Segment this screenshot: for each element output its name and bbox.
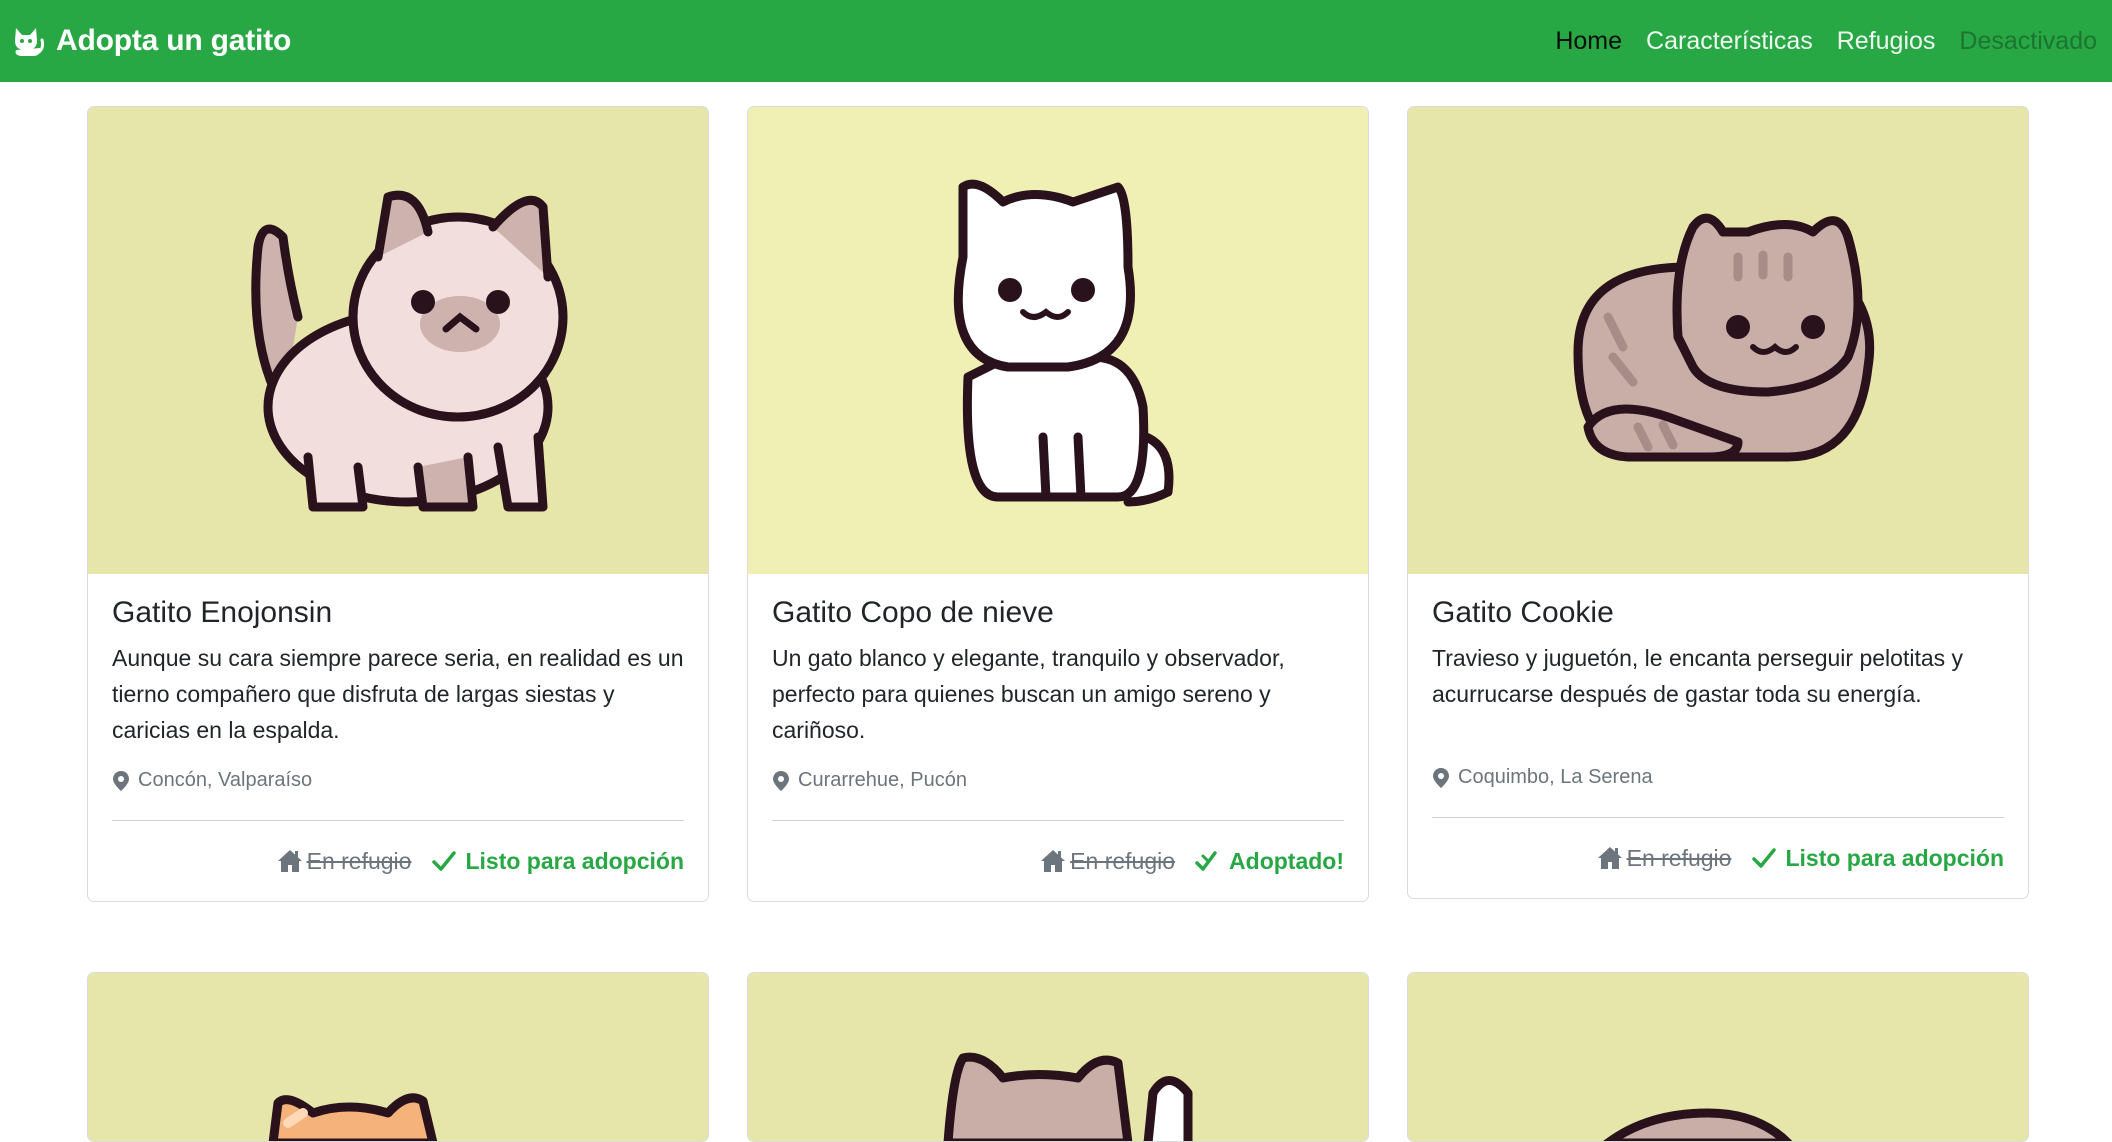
status-adoption: Listo para adopción <box>1751 845 2004 872</box>
house-icon <box>1041 850 1066 872</box>
check-icon <box>1752 848 1777 868</box>
nav-link-desactivado: Desactivado <box>1959 26 2097 55</box>
card-body: Gatito Copo de nieve Un gato blanco y el… <box>748 574 1368 901</box>
cat-image <box>1408 107 2028 574</box>
card-title: Gatito Cookie <box>1432 596 1614 629</box>
card-footer: En refugio Listo para adopción <box>1432 818 2004 898</box>
location-pin-icon <box>113 770 129 791</box>
card-footer: En refugio Listo para adopción <box>112 821 684 901</box>
card-body: Gatito Cookie Travieso y juguetón, le en… <box>1408 574 2028 898</box>
card-location: Curarrehue, Pucón <box>772 769 1344 792</box>
double-check-icon <box>1195 851 1217 871</box>
house-icon <box>277 850 302 872</box>
status-shelter-text: En refugio <box>1626 844 1732 871</box>
card-location: Coquimbo, La Serena <box>1432 766 2004 789</box>
cat-image <box>88 973 708 1141</box>
brand-title: Adopta un gatito <box>56 24 292 57</box>
location-text: Concón, Valparaíso <box>138 769 313 791</box>
card-location: Concón, Valparaíso <box>112 769 684 792</box>
status-adoption: Listo para adopción <box>431 848 684 875</box>
cat-image <box>88 107 708 574</box>
house-icon <box>1597 847 1622 869</box>
cat-card <box>1407 972 2029 1142</box>
card-title: Gatito Copo de nieve <box>772 596 1054 629</box>
status-adopted: Adoptado! <box>1195 848 1344 875</box>
cat-card: Gatito Cookie Travieso y juguetón, le en… <box>1407 106 2029 899</box>
cat-image <box>748 107 1368 574</box>
nav-link-refugios[interactable]: Refugios <box>1837 27 1936 56</box>
card-body: Gatito Enojonsin Aunque su cara siempre … <box>88 574 708 901</box>
nav-links: Home Características Refugios Desactivad… <box>1555 0 2097 82</box>
location-pin-icon <box>773 770 789 791</box>
location-pin-icon <box>1433 767 1449 788</box>
status-adoption-text: Listo para adopción <box>465 847 684 874</box>
navbar: Adopta un gatito Home Características Re… <box>0 0 2112 82</box>
status-adopted-text: Adoptado! <box>1229 847 1344 874</box>
status-shelter: En refugio <box>1597 844 1732 872</box>
status-shelter-text: En refugio <box>1070 847 1176 874</box>
cat-card: Gatito Enojonsin Aunque su cara siempre … <box>87 106 709 902</box>
cat-icon <box>15 28 45 56</box>
card-description: Aunque su cara siempre parece seria, en … <box>112 645 684 743</box>
cat-card <box>747 972 1369 1142</box>
card-description: Travieso y juguetón, le encanta persegui… <box>1432 645 1964 707</box>
cat-card: Gatito Copo de nieve Un gato blanco y el… <box>747 106 1369 902</box>
location-text: Coquimbo, La Serena <box>1458 766 1653 788</box>
cat-card <box>87 972 709 1142</box>
card-footer: En refugio Adoptado! <box>772 821 1344 901</box>
status-shelter-text: En refugio <box>306 847 412 874</box>
status-shelter: En refugio <box>1040 848 1175 875</box>
nav-link-home[interactable]: Home <box>1555 27 1622 56</box>
location-text: Curarrehue, Pucón <box>798 769 967 791</box>
check-icon <box>432 851 457 871</box>
cat-image <box>748 973 1368 1141</box>
status-shelter: En refugio <box>277 847 412 875</box>
brand-link[interactable]: Adopta un gatito <box>11 0 291 82</box>
status-adoption-text: Listo para adopción <box>1785 844 2004 871</box>
cat-image <box>1408 973 2028 1141</box>
card-description: Un gato blanco y elegante, tranquilo y o… <box>772 645 1285 743</box>
card-title: Gatito Enojonsin <box>112 596 333 629</box>
nav-link-caracteristicas[interactable]: Características <box>1646 27 1813 56</box>
